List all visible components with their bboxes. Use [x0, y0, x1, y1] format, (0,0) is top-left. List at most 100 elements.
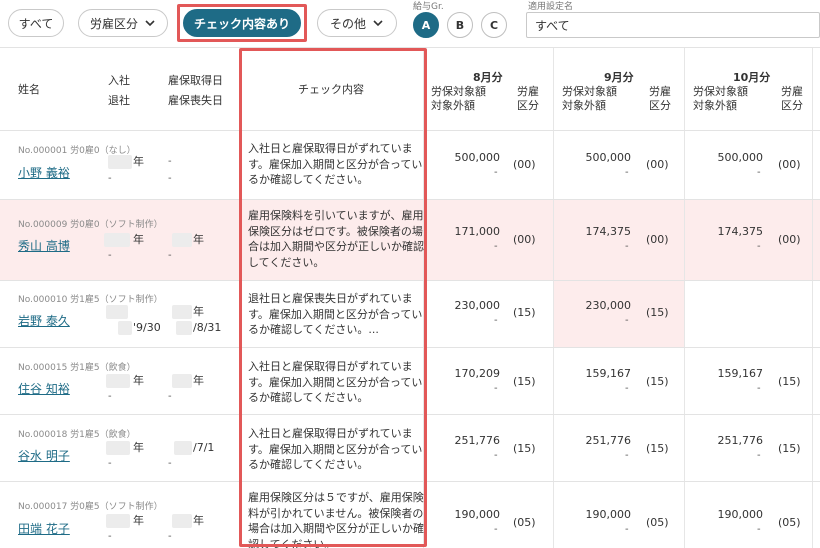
join-date: 年: [133, 441, 144, 454]
redacted-date: [176, 321, 192, 335]
category-aug: (05): [513, 516, 536, 529]
ins-lose-date: /8/31: [193, 321, 222, 334]
header-category-label: 労雇: [649, 85, 671, 98]
applied-setting-select[interactable]: すべて: [526, 12, 820, 38]
check-message: 入社日と雇保取得日がずれています。雇保加入期間と区分が合っているか確認してくださ…: [248, 360, 423, 404]
amount-aug: 251,776: [454, 434, 501, 447]
employee-name-link[interactable]: 住谷 知裕: [18, 380, 70, 397]
exempt-sep: -: [625, 167, 629, 178]
amount-oct: 251,776: [717, 434, 764, 447]
pay-group-b-button[interactable]: B: [447, 12, 473, 38]
exempt-aug: -: [494, 450, 498, 461]
leave-date: -: [108, 458, 112, 469]
header-category-label: 労雇: [781, 85, 803, 98]
employee-meta: No.000015 労1雇5（飲食）: [18, 363, 136, 373]
ins-get-date: 年: [193, 514, 204, 527]
exempt-sep: -: [625, 383, 629, 394]
redacted-date: [172, 305, 192, 319]
ins-get-date: /7/1: [193, 441, 215, 454]
amount-aug: 500,000: [454, 151, 501, 164]
leave-date: -: [108, 531, 112, 542]
exempt-aug: -: [494, 315, 498, 326]
ins-lose-date: -: [168, 458, 172, 469]
header-leave: 退社: [108, 94, 130, 107]
exempt-oct: -: [757, 524, 761, 535]
amount-sep: 174,375: [585, 225, 632, 238]
other-dropdown[interactable]: その他: [317, 9, 397, 37]
employee-name-link[interactable]: 秀山 高博: [18, 237, 70, 254]
check-content-filter-label: チェック内容あり: [193, 16, 290, 31]
header-month-aug: 8月分: [473, 71, 503, 84]
header-ins-lose: 雇保喪失日: [168, 94, 223, 107]
header-amount-label: 労保対象額: [431, 85, 486, 98]
check-message: 雇用保険区分は５ですが、雇用保険料が引かれていません。被保険者の場合は加入期間や…: [248, 491, 424, 548]
header-exempt-label: 対象外額: [693, 99, 737, 112]
header-category-label: 区分: [517, 99, 539, 112]
exempt-oct: -: [757, 450, 761, 461]
redacted-date: [108, 155, 132, 169]
header-exempt-label: 対象外額: [562, 99, 606, 112]
category-aug: (15): [513, 306, 536, 319]
redacted-date: [118, 321, 132, 335]
labor-category-label: 労雇区分: [89, 16, 138, 31]
table-row[interactable]: No.000018 労1雇5（飲食） 谷水 明子 年 - /7/1 - 入社日と…: [0, 415, 820, 482]
employee-meta: No.000009 労0雇0（ソフト制作）: [18, 220, 163, 230]
table-row[interactable]: No.000001 労0雇0（なし） 小野 義裕 年 - - - 入社日と雇保取…: [0, 131, 820, 200]
amount-oct: 500,000: [717, 151, 764, 164]
join-date: 年: [133, 155, 144, 168]
ins-lose-date: -: [168, 173, 172, 184]
employee-meta: No.000017 労0雇5（ソフト制作）: [18, 502, 163, 512]
category-sep: (15): [646, 442, 669, 455]
table-row[interactable]: No.000010 労1雇5（ソフト制作） 岩野 泰久 '9/30 年 /8/3…: [0, 281, 820, 348]
category-sep: (05): [646, 516, 669, 529]
pay-group-c-button[interactable]: C: [481, 12, 507, 38]
header-category-label: 区分: [649, 99, 671, 112]
redacted-date: [174, 441, 192, 455]
ins-lose-date: -: [168, 391, 172, 402]
pay-group-label: 給与Gr.: [413, 2, 444, 12]
pay-group-a-button[interactable]: A: [413, 12, 439, 38]
header-amount-label: 労保対象額: [693, 85, 748, 98]
employee-name-link[interactable]: 岩野 泰久: [18, 312, 70, 329]
header-category-label: 区分: [781, 99, 803, 112]
filter-all-button[interactable]: すべて: [8, 9, 64, 37]
category-sep: (00): [646, 158, 669, 171]
labor-category-dropdown[interactable]: 労雇区分: [78, 9, 168, 37]
redacted-date: [106, 374, 130, 388]
amount-oct: 174,375: [717, 225, 764, 238]
leave-date: -: [108, 173, 112, 184]
exempt-sep: -: [625, 241, 629, 252]
exempt-sep: -: [625, 315, 629, 326]
amount-aug: 171,000: [454, 225, 501, 238]
exempt-sep: -: [625, 450, 629, 461]
header-category-label: 労雇: [517, 85, 539, 98]
table-row[interactable]: No.000017 労0雇5（ソフト制作） 田端 花子 年 - 年 - 雇用保険…: [0, 482, 820, 548]
check-message: 雇用保険料を引いていますが、雇用保険区分はゼロです。被保険者の場合は加入期間や区…: [248, 209, 424, 269]
check-message: 退社日と雇保喪失日がずれています。雇保加入期間と区分が合っているか確認してくださ…: [248, 292, 423, 336]
employee-name-link[interactable]: 田端 花子: [18, 520, 70, 537]
header-month-oct: 10月分: [733, 71, 771, 84]
exempt-sep: -: [625, 524, 629, 535]
category-oct: (00): [778, 233, 801, 246]
leave-date: '9/30: [133, 321, 161, 334]
ins-get-date: 年: [193, 233, 204, 246]
exempt-oct: -: [757, 241, 761, 252]
leave-date: -: [108, 250, 112, 261]
leave-date: -: [108, 391, 112, 402]
employee-meta: No.000010 労1雇5（ソフト制作）: [18, 295, 163, 305]
redacted-date: [172, 514, 192, 528]
employee-name-link[interactable]: 谷水 明子: [18, 447, 70, 464]
employee-name-link[interactable]: 小野 義裕: [18, 164, 70, 181]
table-row[interactable]: No.000009 労0雇0（ソフト制作） 秀山 高博 年 - 年 - 雇用保険…: [0, 200, 820, 281]
filter-toolbar: すべて 労雇区分 チェック内容あり その他 給与Gr. A B C 適用設定名 …: [0, 0, 820, 46]
exempt-aug: -: [494, 241, 498, 252]
table-row[interactable]: No.000015 労1雇5（飲食） 住谷 知裕 年 - 年 - 入社日と雇保取…: [0, 348, 820, 415]
category-aug: (00): [513, 233, 536, 246]
check-content-filter-button[interactable]: チェック内容あり: [183, 9, 301, 37]
amount-sep: 159,167: [585, 367, 632, 380]
category-oct: (15): [778, 442, 801, 455]
amount-aug: 190,000: [454, 508, 501, 521]
amount-aug: 230,000: [454, 299, 501, 312]
check-message: 入社日と雇保取得日がずれています。雇保加入期間と区分が合っているか確認してくださ…: [248, 427, 423, 471]
header-join: 入社: [108, 74, 130, 87]
